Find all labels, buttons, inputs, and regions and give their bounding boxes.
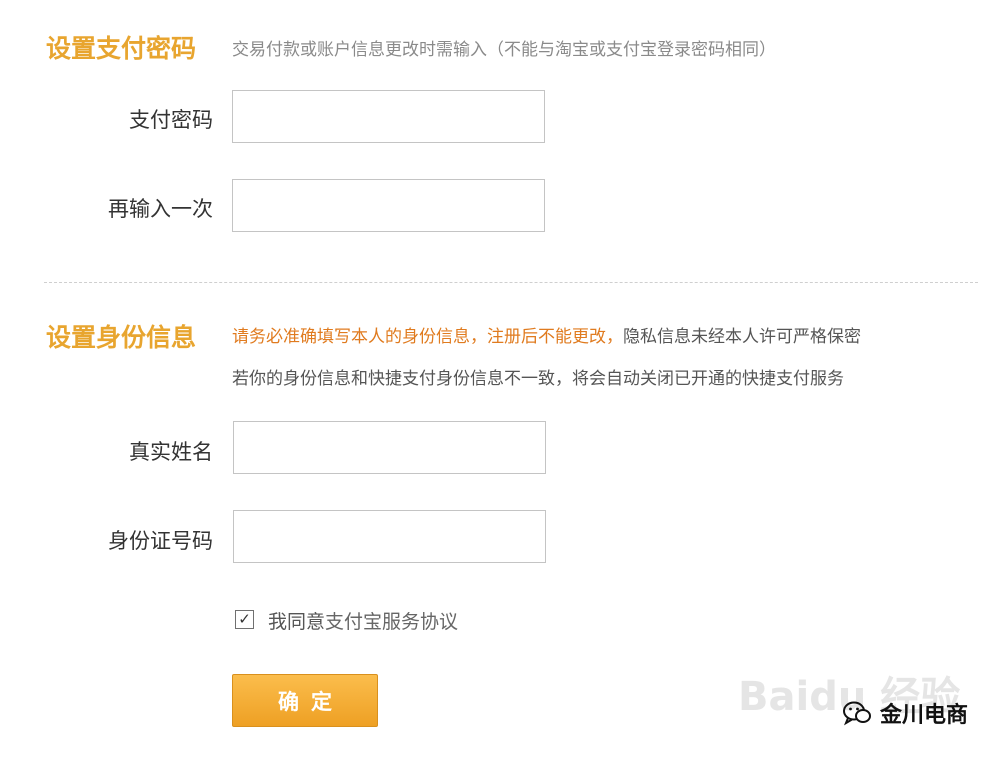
confirm-button[interactable]: 确定	[232, 674, 378, 727]
payment-password-hint: 交易付款或账户信息更改时需输入（不能与淘宝或支付宝登录密码相同）	[232, 40, 776, 60]
identity-hint-line-2: 若你的身份信息和快捷支付身份信息不一致，将会自动关闭已开通的快捷支付服务	[232, 369, 844, 389]
service-agreement-link[interactable]: 支付宝服务协议	[325, 611, 458, 633]
real-name-input[interactable]	[233, 421, 546, 474]
brand-badge: 金川电商	[842, 697, 968, 729]
brand-name: 金川电商	[880, 703, 969, 728]
section-divider	[44, 282, 978, 283]
section-title-identity: 设置身份信息	[46, 323, 197, 352]
identity-warning-text: 请务必准确填写本人的身份信息，注册后不能更改，	[232, 327, 623, 347]
identity-hint-line-1: 请务必准确填写本人的身份信息，注册后不能更改，隐私信息未经本人许可严格保密	[232, 322, 978, 347]
confirm-password-input[interactable]	[232, 179, 545, 232]
agreement-prefix: 我同意	[268, 611, 326, 633]
wechat-icon	[842, 700, 872, 726]
identity-privacy-text: 隐私信息未经本人许可严格保密	[623, 327, 861, 347]
section-title-payment-password: 设置支付密码	[46, 34, 197, 63]
payment-password-input[interactable]	[232, 90, 545, 143]
id-number-label: 身份证号码	[108, 529, 213, 553]
real-name-label: 真实姓名	[129, 440, 213, 464]
id-number-input[interactable]	[233, 510, 546, 563]
agree-checkbox[interactable]: ✓	[235, 610, 254, 629]
payment-password-label: 支付密码	[129, 108, 213, 132]
agreement-text: 我同意支付宝服务协议	[268, 607, 458, 634]
confirm-password-label: 再输入一次	[108, 197, 213, 221]
